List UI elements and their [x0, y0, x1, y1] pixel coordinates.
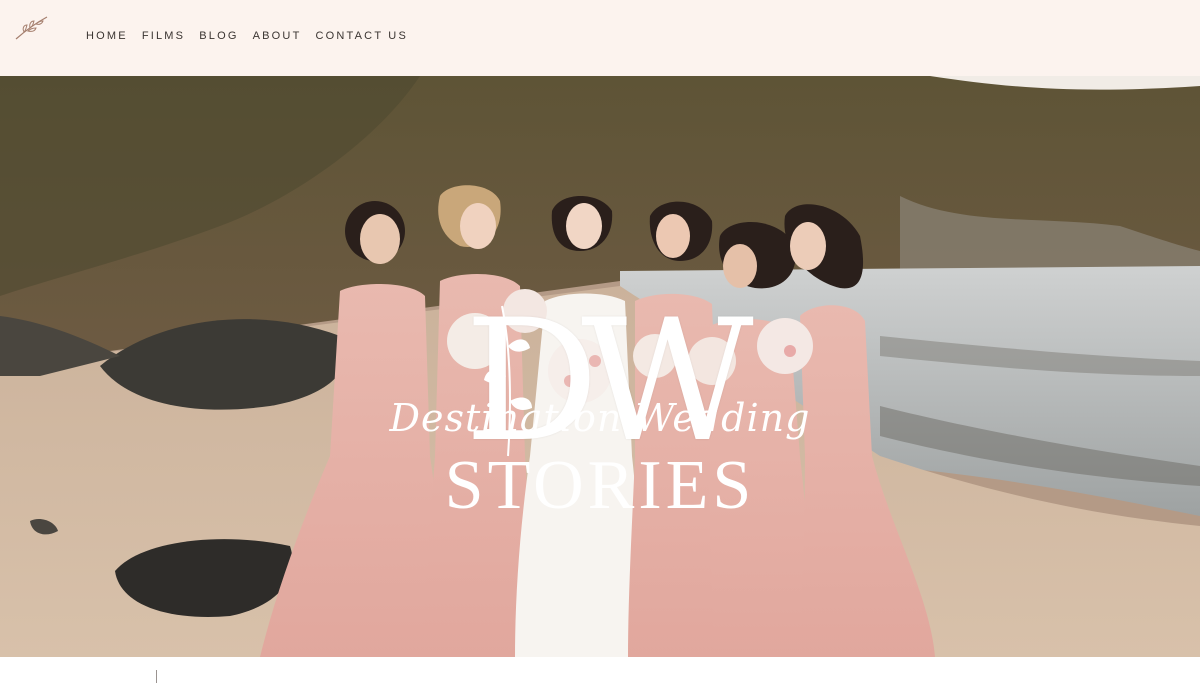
hero-banner: DW Destination Wedding STORIES [0, 76, 1200, 657]
main-navigation: HOME FILMS BLOG ABOUT CONTACT US [86, 30, 422, 42]
monogram-leaf-icon [484, 305, 532, 457]
leaf-sprig-icon[interactable] [14, 14, 50, 42]
nav-item-films[interactable]: FILMS [142, 30, 185, 42]
hero-title: STORIES [444, 447, 756, 524]
nav-item-home[interactable]: HOME [86, 30, 128, 42]
nav-item-blog[interactable]: BLOG [199, 30, 238, 42]
page-footer-strip [0, 657, 1200, 683]
site-header: HOME FILMS BLOG ABOUT CONTACT US [0, 0, 1200, 76]
nav-item-about[interactable]: ABOUT [253, 30, 302, 42]
hero-tagline: Destination Wedding [389, 396, 811, 440]
dw-monogram: DW [420, 296, 780, 466]
nav-item-contact-us[interactable]: CONTACT US [316, 30, 409, 42]
footer-divider [156, 670, 157, 683]
